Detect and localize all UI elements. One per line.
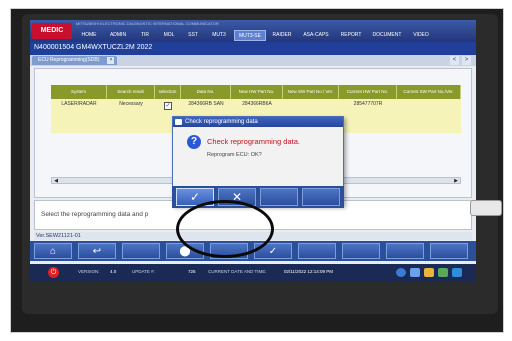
col-new-hw: New HW Part No. (231, 85, 283, 99)
app-title: MITSUBISHI ELECTRONIC DIAGNOSTIC INTERNA… (76, 21, 219, 26)
help-icon[interactable] (396, 268, 406, 277)
cell-system: LASER/RADAR (61, 101, 97, 107)
menu-document[interactable]: DOCUMENT (368, 30, 406, 41)
menu-mut3[interactable]: MUT3 (206, 30, 232, 41)
app-logo: MEDIC (32, 23, 72, 39)
menu-tir[interactable]: TIR (134, 30, 156, 41)
battery-icon (438, 268, 448, 277)
table-header: System Search result selection Data No. … (51, 85, 461, 99)
toolbar-button-8[interactable] (342, 243, 380, 259)
toolbar-button-7[interactable] (298, 243, 336, 259)
settings-icon[interactable] (410, 268, 420, 277)
folder-icon[interactable] (424, 268, 434, 277)
stylus (470, 200, 502, 216)
close-icon[interactable]: × (107, 57, 115, 64)
col-system: System (51, 85, 107, 99)
toolbar-button-10[interactable] (430, 243, 468, 259)
vehicle-title-row: N400001504 GM4WXTUCZL2M 2022 (30, 42, 476, 55)
cell-data-no: 284366RB SAN (188, 101, 224, 107)
tab-strip: ECU Reprogramming(SDB) × < > (30, 55, 476, 66)
menu-asa-caps[interactable]: ASA-CAPS (298, 30, 334, 41)
col-selection: selection (155, 85, 181, 99)
menu-mut3-se[interactable]: MUT3-SE (234, 30, 266, 41)
instruction-text: Select the reprogramming data and p (41, 211, 149, 218)
menu-admin[interactable]: ADMIN (104, 30, 132, 41)
col-search-result: Search result (107, 85, 155, 99)
software-version: Ver.SEW21121-01 (36, 233, 81, 239)
scroll-left-icon[interactable]: ◀ (52, 178, 60, 184)
highlight-circle (176, 200, 274, 258)
menu-video[interactable]: VIDEO (408, 30, 434, 41)
version-value: 4.0 (110, 269, 117, 274)
tab-ecu-reprogramming[interactable]: ECU Reprogramming(SDB) × (32, 56, 118, 65)
update-label: UPDATE #: (132, 269, 155, 274)
question-icon: ? (187, 135, 201, 149)
datetime-value: 02/11/2022 12:14:09 PM (284, 269, 333, 274)
menu-home[interactable]: HOME (76, 30, 102, 41)
menu-sst[interactable]: SST (182, 30, 204, 41)
tab-prev-icon[interactable]: < (450, 56, 459, 65)
datetime-label: CURRENT DATE AND TIME: (208, 269, 267, 274)
version-label: VERSION: (78, 269, 100, 274)
dialog-title-bar: Check reprogramming data (173, 117, 343, 127)
network-icon (452, 268, 462, 277)
toolbar-button-3[interactable] (122, 243, 160, 259)
vehicle-id: N400001504 GM4WXTUCZL2M 2022 (34, 44, 153, 51)
power-icon[interactable]: ⏻ (48, 267, 59, 278)
dialog-heading: Check reprogramming data. (207, 137, 300, 146)
status-bar: ⏻ VERSION: 4.0 UPDATE #: 726 CURRENT DAT… (30, 264, 476, 282)
col-current-sw: Current SW Part No./Ver. (397, 85, 461, 99)
update-value: 726 (188, 269, 196, 274)
toolbar-button-9[interactable] (386, 243, 424, 259)
dialog-title: Check reprogramming data (185, 119, 258, 125)
top-menu-bar: MEDIC MITSUBISHI ELECTRONIC DIAGNOSTIC I… (30, 20, 476, 42)
col-new-sw: New SW Part No / Ver. (283, 85, 339, 99)
dialog-button-3[interactable] (260, 188, 298, 206)
tab-label: ECU Reprogramming(SDB) (38, 57, 100, 63)
window-icon (175, 119, 182, 125)
dialog-button-4[interactable] (302, 188, 340, 206)
menu-mol[interactable]: MOL (158, 30, 180, 41)
dialog-subtext: Reprogram ECU: OK? (207, 152, 262, 158)
col-current-hw: Current HW Part No. (339, 85, 397, 99)
menu-report[interactable]: REPORT (336, 30, 366, 41)
screen: MEDIC MITSUBISHI ELECTRONIC DIAGNOSTIC I… (30, 20, 476, 282)
back-button[interactable]: ↩ (78, 243, 116, 259)
selection-checkbox[interactable]: ✓ (164, 102, 172, 110)
scroll-right-icon[interactable]: ▶ (452, 178, 460, 184)
home-button[interactable]: ⌂ (34, 243, 72, 259)
cell-current-hw: 285477707R (353, 101, 383, 107)
col-data-no: Data No. (181, 85, 231, 99)
menu-raider[interactable]: RAIDER (268, 30, 296, 41)
cell-new-hw: 284366RB6A (242, 101, 272, 107)
tab-next-icon[interactable]: > (462, 56, 471, 65)
cell-search-result: Necessary (119, 101, 143, 107)
